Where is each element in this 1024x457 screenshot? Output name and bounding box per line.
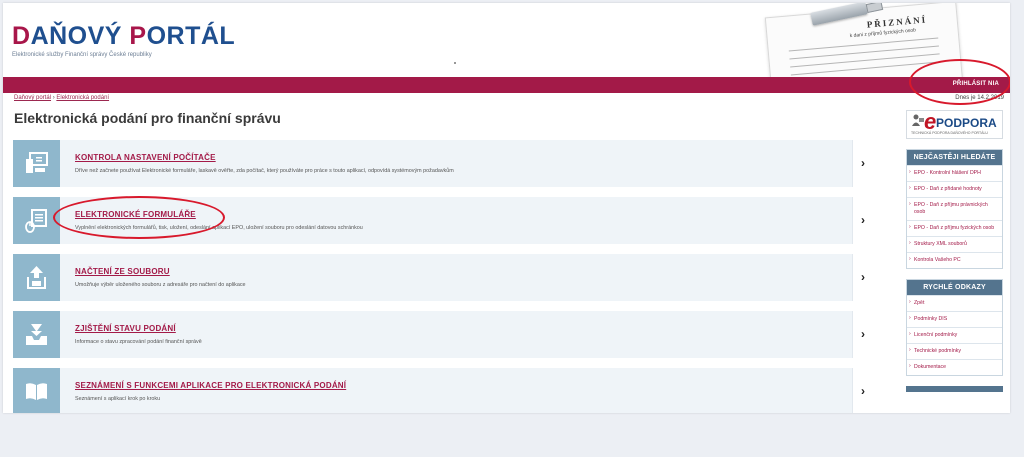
upload-icon [13,254,60,301]
quick-link[interactable]: Licenční podmínky [907,327,1002,343]
support-person-icon [912,114,924,126]
epodpora-subtitle: TECHNICKÁ PODPORA DAŇOVÉHO PORTÁLU [911,131,988,135]
most-searched-link[interactable]: EPO - Daň z přidané hodnoty [907,181,1002,197]
top-nav-bar: PŘIHLÁSIT NIA [3,77,1010,93]
breadcrumb-separator: › [52,95,55,101]
computer-icon [13,140,60,187]
service-card-list: KONTROLA NASTAVENÍ POČÍTAČE Dříve než za… [13,140,873,413]
annotation-oval-forms [53,196,225,239]
epodpora-text: PODPORA [936,116,997,130]
quick-links-box: RYCHLÉ ODKAZY Zpět Podmínky DIS Licenční… [906,279,1003,377]
quick-link[interactable]: Technické podmínky [907,343,1002,359]
card-title[interactable]: SEZNÁMENÍ S FUNKCEMI APLIKACE PRO ELEKTR… [75,381,346,390]
banner-subtitle: k dani z příjmů fyzických osob [849,27,917,40]
quick-links-heading: RYCHLÉ ODKAZY [907,280,1002,296]
card-title[interactable]: KONTROLA NASTAVENÍ POČÍTAČE [75,153,216,162]
card-load-from-file[interactable]: NAČTENÍ ZE SOUBORU Umožňuje výběr uložen… [13,254,873,301]
chevron-right-icon[interactable]: › [852,254,873,301]
most-searched-heading: NEJČASTĚJI HLEDÁTE [907,150,1002,165]
logo-text-1: AŇOVÝ [30,22,130,50]
chevron-right-icon[interactable]: › [852,368,873,413]
breadcrumb-current[interactable]: Elektronická podání [56,95,109,101]
most-searched-link[interactable]: Struktury XML souborů [907,236,1002,252]
most-searched-box: NEJČASTĚJI HLEDÁTE EPO - Kontrolní hláše… [906,149,1003,270]
card-description: Umožňuje výběr uloženého souboru z adres… [75,282,246,288]
card-app-introduction[interactable]: SEZNÁMENÍ S FUNKCEMI APLIKACE PRO ELEKTR… [13,368,873,413]
quick-link[interactable]: Podmínky DIS [907,311,1002,327]
portal-logo[interactable]: DAŇOVÝ PORTÁL [12,24,235,49]
portal-page: DAŇOVÝ PORTÁL Elektronické služby Finanč… [3,3,1010,413]
card-description: Informace o stavu zpracování podání fina… [75,339,202,345]
most-searched-link[interactable]: Kontrola Vašeho PC [907,252,1002,268]
sidebar: e PODPORA TECHNICKÁ PODPORA DAŇOVÉHO POR… [906,109,1003,393]
header: DAŇOVÝ PORTÁL Elektronické služby Finanč… [3,3,1010,77]
card-description: Seznámení s aplikací krok po kroku [75,396,161,402]
logo-letter-d: D [12,22,31,50]
chevron-right-icon[interactable]: › [852,197,873,244]
cursor-dot [454,62,456,64]
breadcrumb: Daňový portál › Elektronická podání [14,95,109,101]
next-box-header [906,386,1003,393]
card-submission-status[interactable]: ZJIŠTĚNÍ STAVU PODÁNÍ Informace o stavu … [13,311,873,358]
epodpora-banner[interactable]: e PODPORA TECHNICKÁ PODPORA DAŇOVÉHO POR… [906,109,1003,139]
banner-title: PŘIZNÁNÍ [866,14,928,30]
quick-link[interactable]: Zpět [907,295,1002,311]
quick-link[interactable]: Dokumentace [907,359,1002,375]
card-description: Dříve než začnete používat Elektronické … [75,168,454,174]
most-searched-link[interactable]: EPO - Daň z příjmu fyzických osob [907,220,1002,236]
most-searched-link[interactable]: EPO - Daň z příjmu právnických osob [907,197,1002,220]
card-title[interactable]: ZJIŠTĚNÍ STAVU PODÁNÍ [75,324,176,333]
card-computer-check[interactable]: KONTROLA NASTAVENÍ POČÍTAČE Dříve než za… [13,140,873,187]
card-title[interactable]: NAČTENÍ ZE SOUBORU [75,267,170,276]
logo-subtitle: Elektronické služby Finanční správy Česk… [12,52,152,58]
form-line [788,37,939,52]
annotation-oval-login [909,59,1010,105]
logo-letter-p: P [129,22,147,50]
logo-text-2: ORTÁL [146,22,236,50]
chevron-right-icon[interactable]: › [852,311,873,358]
inbox-icon [13,311,60,358]
most-searched-link[interactable]: EPO - Kontrolní hlášení DPH [907,165,1002,181]
chevron-right-icon[interactable]: › [852,140,873,187]
book-icon [13,368,60,413]
breadcrumb-home[interactable]: Daňový portál [14,95,51,101]
page-title: Elektronická podání pro finanční správu [14,110,281,126]
